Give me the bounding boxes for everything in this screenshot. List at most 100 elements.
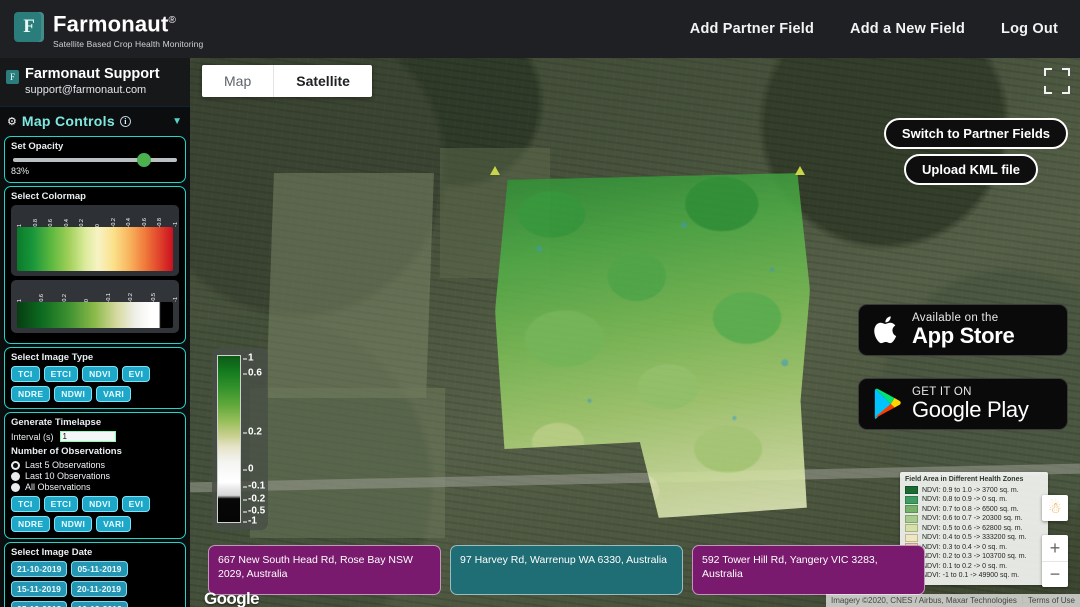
legend-swatch: [905, 524, 918, 532]
image-date-chip-list: 21-10-2019 05-11-2019 15-11-2019 20-11-2019…: [11, 561, 179, 607]
left-sidebar: F Farmonaut Support support@farmonaut.co…: [0, 58, 190, 607]
image-type-chip-ndvi[interactable]: NDVI: [82, 366, 118, 382]
legend-row: NDVI: 0.8 to 0.9 -> 0 sq. m.: [905, 495, 1043, 504]
terms-of-use-link[interactable]: Terms of Use: [1021, 596, 1080, 605]
image-date-chip-15-11-2019[interactable]: 15-11-2019: [11, 581, 68, 597]
image-type-chip-list: TCI ETCI NDVI EVI NDRE NDWI VARI: [11, 366, 179, 402]
field-vertex-marker[interactable]: [795, 166, 805, 175]
chevron-down-icon[interactable]: ▼: [172, 116, 182, 127]
colormap-tick: -0.2: [128, 292, 135, 302]
google-play-badge[interactable]: GET IT ON Google Play: [858, 378, 1068, 430]
map-type-map[interactable]: Map: [202, 65, 273, 97]
radio-last-10-observations[interactable]: Last 10 Observations: [11, 471, 179, 481]
timelapse-type-chip-etci[interactable]: ETCI: [43, 496, 79, 512]
image-type-chip-evi[interactable]: EVI: [121, 366, 151, 382]
colormap-tick: -0.6: [141, 217, 148, 227]
colorbar-tick: 0.6: [243, 367, 262, 379]
app-store-badge[interactable]: Available on the App Store: [858, 304, 1068, 356]
nav-log-out[interactable]: Log Out: [1001, 21, 1058, 37]
radio-icon[interactable]: [11, 471, 20, 481]
info-icon[interactable]: i: [119, 115, 131, 127]
timelapse-panel: Generate Timelapse Interval (s) Number o…: [4, 412, 186, 539]
timelapse-image-type-chip-list: TCI ETCI NDVI EVI NDRE NDWI VARI: [11, 496, 179, 532]
nav-add-new-field[interactable]: Add a New Field: [850, 21, 965, 37]
colormap-1-gradient: [17, 227, 173, 271]
legend-row: NDVI: 0.9 to 1.0 -> 3700 sq. m.: [905, 486, 1043, 494]
opacity-slider[interactable]: [13, 153, 177, 167]
app-store-big-text: App Store: [912, 323, 1015, 348]
upload-kml-file-button[interactable]: Upload KML file: [904, 154, 1038, 185]
radio-icon[interactable]: [11, 460, 20, 470]
opacity-slider-handle[interactable]: [137, 153, 152, 167]
colormap-tick: 0: [83, 298, 90, 302]
image-type-chip-ndre[interactable]: NDRE: [11, 386, 51, 402]
colorbar-tick: 0.2: [243, 426, 262, 438]
image-date-label: Select Image Date: [11, 547, 93, 558]
map-controls-header[interactable]: ⚙ Map Controls i ▼: [0, 106, 190, 133]
legend-label: NDVI: 0.4 to 0.5 -> 333200 sq. m.: [922, 534, 1027, 541]
radio-label: Last 10 Observations: [25, 471, 111, 481]
colormap-option-2[interactable]: 1 0.6 0.2 0 -0.1 -0.2 -0.5 -1: [11, 280, 179, 333]
colormap-tick: -0.1: [106, 292, 113, 302]
attribution-imagery: Imagery ©2020, CNES / Airbus, Maxar Tech…: [831, 596, 1017, 605]
pegman-icon[interactable]: ☃: [1042, 495, 1068, 521]
brand-name: Farmonaut: [53, 11, 169, 37]
timelapse-type-chip-ndvi[interactable]: NDVI: [82, 496, 118, 512]
ndvi-colorbar-ticks: 1 0.6 0.2 0 -0.1 -0.2 -0.5 -1: [242, 353, 265, 527]
map-type-toggle[interactable]: Map Satellite: [202, 65, 372, 97]
field-vertex-marker[interactable]: [490, 166, 500, 175]
map-viewport[interactable]: Map Satellite Switch to Partner Fields U…: [190, 58, 1080, 607]
zoom-in-button[interactable]: +: [1042, 535, 1068, 561]
colorbar-tick: -1: [243, 515, 257, 527]
image-type-chip-vari[interactable]: VARI: [96, 386, 132, 402]
address-card[interactable]: 97 Harvey Rd, Warrenup WA 6330, Australi…: [450, 545, 683, 595]
image-date-chip-05-12-2019[interactable]: 05-12-2019: [11, 601, 68, 607]
registered-mark-icon: ®: [168, 15, 177, 27]
opacity-panel: Set Opacity 83%: [4, 136, 186, 183]
image-date-chip-21-10-2019[interactable]: 21-10-2019: [11, 561, 68, 577]
radio-icon[interactable]: [11, 482, 20, 492]
image-date-chip-20-11-2019[interactable]: 20-11-2019: [71, 581, 128, 597]
farmonaut-small-logo-icon: F: [6, 70, 19, 84]
image-type-chip-etci[interactable]: ETCI: [43, 366, 79, 382]
zoom-out-button[interactable]: −: [1042, 561, 1068, 587]
colormap-tick: -0.8: [157, 217, 164, 227]
radio-last-5-observations[interactable]: Last 5 Observations: [11, 460, 179, 470]
brand: F Farmonaut® Satellite Based Crop Health…: [0, 9, 203, 49]
field-parcel: [250, 388, 445, 538]
image-date-chip-10-12-2019[interactable]: 10-12-2019: [71, 601, 128, 607]
map-attribution: Imagery ©2020, CNES / Airbus, Maxar Tech…: [826, 594, 1080, 607]
image-type-label: Select Image Type: [11, 352, 94, 363]
image-type-chip-ndwi[interactable]: NDWI: [54, 386, 93, 402]
legend-swatch: [905, 495, 918, 504]
colormap-tick: 0.2: [79, 219, 86, 227]
colormap-1-ticks: 1 0.8 0.6 0.4 0.2 0 -0.2 -0.4 -0.6 -0.8 -1: [17, 213, 179, 227]
timelapse-type-chip-ndwi[interactable]: NDWI: [54, 516, 93, 532]
legend-row: NDVI: 0.4 to 0.5 -> 333200 sq. m.: [905, 533, 1043, 542]
map-type-satellite[interactable]: Satellite: [273, 65, 372, 97]
colormap-tick: -0.4: [126, 217, 133, 227]
colormap-tick: 0.6: [48, 219, 55, 227]
fullscreen-icon[interactable]: [1044, 68, 1070, 94]
legend-label: NDVI: -1 to 0.1 -> 49900 sq. m.: [922, 572, 1020, 579]
address-card[interactable]: 667 New South Head Rd, Rose Bay NSW 2029…: [208, 545, 441, 595]
legend-row: NDVI: -1 to 0.1 -> 49900 sq. m.: [905, 571, 1043, 580]
legend-swatch: [905, 486, 918, 494]
timelapse-type-chip-vari[interactable]: VARI: [96, 516, 132, 532]
timelapse-type-chip-ndre[interactable]: NDRE: [11, 516, 51, 532]
interval-input[interactable]: [59, 431, 116, 442]
colormap-option-1[interactable]: 1 0.8 0.6 0.4 0.2 0 -0.2 -0.4 -0.6 -0.8 -1: [11, 205, 179, 276]
image-type-chip-tci[interactable]: TCI: [11, 366, 40, 382]
zoom-controls: + −: [1042, 535, 1068, 587]
nav-add-partner-field[interactable]: Add Partner Field: [690, 21, 814, 37]
legend-label: NDVI: 0.5 to 0.6 -> 62800 sq. m.: [922, 524, 1023, 532]
timelapse-type-chip-evi[interactable]: EVI: [121, 496, 151, 512]
address-card[interactable]: 592 Tower Hill Rd, Yangery VIC 3283, Aus…: [692, 545, 925, 595]
colormap-tick: -0.5: [150, 292, 157, 302]
legend-label: NDVI: 0.8 to 0.9 -> 0 sq. m.: [922, 496, 1008, 503]
image-date-chip-05-11-2019[interactable]: 05-11-2019: [71, 561, 128, 577]
opacity-label: Set Opacity: [11, 141, 64, 152]
radio-all-observations[interactable]: All Observations: [11, 482, 179, 492]
timelapse-type-chip-tci[interactable]: TCI: [11, 496, 40, 512]
switch-to-partner-fields-button[interactable]: Switch to Partner Fields: [883, 118, 1068, 149]
